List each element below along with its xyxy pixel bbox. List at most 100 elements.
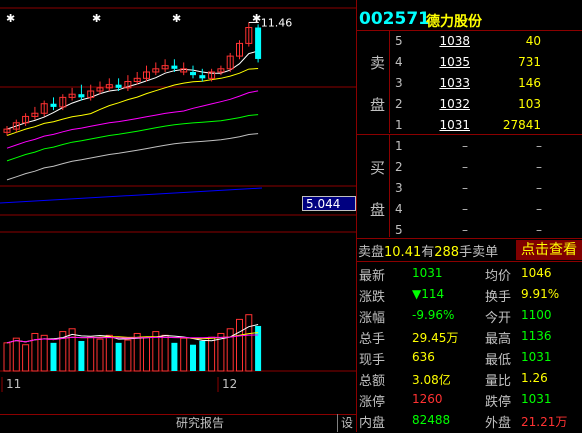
stock-code: 002571	[359, 9, 430, 29]
candle-body	[78, 94, 85, 98]
divider	[389, 135, 390, 237]
click-view-button[interactable]: 点击查看	[516, 240, 582, 260]
buy-price-3: –	[462, 181, 468, 195]
buy-vol-2: –	[536, 160, 542, 174]
volume-bar	[115, 342, 122, 371]
research-report-button[interactable]: 研究报告	[140, 415, 260, 431]
stat-label-outer: 外盘	[485, 416, 512, 431]
volume-bar	[12, 337, 20, 372]
volume-bar	[3, 342, 11, 372]
high-marker: ✱	[172, 12, 181, 25]
sell-level-4: 4	[395, 55, 403, 69]
sell-side-label-2: 盘	[370, 96, 386, 114]
stat-label-turnover: 换手	[485, 290, 512, 305]
stat-label-change: 涨跌	[359, 290, 386, 305]
sell-level-3: 3	[395, 76, 403, 90]
sell-vol-5: 40	[525, 34, 541, 48]
candle-body	[199, 75, 206, 79]
stat-label-inner: 内盘	[359, 416, 386, 431]
stat-value-outer: 21.21万	[521, 415, 568, 429]
candle-body	[115, 84, 122, 88]
volume-bar	[199, 340, 206, 371]
volume-bar	[105, 334, 113, 372]
volume-bar	[50, 342, 57, 371]
sell-vol-1: 27841	[502, 118, 541, 132]
ma-line-5	[6, 50, 259, 130]
stat-label-low: 最低	[485, 353, 512, 368]
volume-bar	[87, 336, 95, 372]
sell-summary-suffix: 手卖单	[459, 245, 499, 260]
stat-value-turnover: 9.91%	[521, 287, 560, 301]
volume-bar	[161, 334, 169, 372]
sell-summary-mid: 有	[421, 245, 435, 260]
volume-bar	[226, 328, 234, 372]
buy-level-2: 2	[395, 160, 403, 174]
volume-bar	[40, 334, 48, 372]
sell-vol-4: 731	[518, 55, 541, 69]
volume-bar	[236, 318, 243, 372]
high-price-label: 11.46	[261, 16, 293, 29]
stat-value-total-vol: 29.45万	[412, 331, 459, 345]
volume-bar	[96, 338, 104, 372]
high-marker: ✱	[6, 12, 15, 25]
volume-bar	[180, 337, 188, 372]
sell-summary-prefix: 卖盘	[358, 245, 385, 260]
candle-body	[50, 103, 57, 107]
stat-value-high: 1136	[521, 329, 552, 343]
candle-body	[255, 27, 262, 59]
stat-label-high: 最高	[485, 332, 512, 347]
ma-line-30	[6, 114, 259, 162]
kline-chart[interactable]: ✱ ✱ ✱ ✱ 11.46 5.044 11 12	[0, 0, 357, 414]
sell-summary-count: 288	[434, 245, 460, 260]
volume-bar	[124, 339, 132, 372]
sell-summary-price: 10.41	[384, 245, 422, 260]
divider	[357, 238, 582, 239]
volume-bar	[143, 336, 150, 372]
buy-level-4: 4	[395, 202, 403, 216]
stat-label-amount: 总额	[359, 374, 386, 389]
stat-value-open: 1100	[521, 308, 552, 322]
buy-vol-5: –	[536, 223, 542, 237]
high-marker: ✱	[92, 12, 101, 25]
ma-line-long	[0, 187, 263, 204]
ma-value-label: 5.044	[302, 196, 356, 211]
panel-divider	[356, 0, 357, 432]
stat-value-current-vol: 636	[412, 350, 435, 364]
buy-price-1: –	[462, 139, 468, 153]
settings-button[interactable]: 设	[337, 414, 356, 432]
sell-vol-2: 103	[518, 97, 541, 111]
volume-bar	[133, 332, 141, 372]
buy-level-3: 3	[395, 181, 403, 195]
month-label-11: 11	[6, 377, 22, 391]
stat-label-open: 今开	[485, 311, 512, 326]
sell-level-1: 1	[395, 118, 403, 132]
volume-bar	[31, 332, 39, 372]
stat-value-pct: -9.96%	[412, 308, 455, 322]
sell-vol-3: 146	[518, 76, 541, 90]
buy-side-label-2: 盘	[370, 201, 386, 219]
buy-vol-4: –	[536, 202, 542, 216]
stat-value-low: 1031	[521, 350, 552, 364]
divider	[357, 30, 582, 31]
stat-value-limit-up: 1260	[412, 392, 443, 406]
ma-line-60	[6, 133, 259, 181]
stat-value-vol-ratio: 1.26	[521, 371, 548, 385]
divider	[357, 261, 582, 262]
buy-vol-1: –	[536, 139, 542, 153]
stat-label-current-vol: 现手	[359, 353, 386, 368]
volume-bar	[208, 336, 216, 372]
stat-value-change: ▼114	[412, 287, 445, 301]
buy-level-1: 1	[395, 139, 403, 153]
volume-bar	[22, 344, 30, 372]
candle-body	[171, 65, 178, 69]
buy-level-5: 5	[395, 223, 403, 237]
month-label-12: 12	[222, 377, 238, 391]
buy-price-4: –	[462, 202, 468, 216]
stat-label-pct: 涨幅	[359, 311, 386, 326]
volume-bar	[190, 344, 196, 371]
stat-value-latest: 1031	[412, 266, 443, 280]
stat-value-inner: 82488	[412, 413, 451, 427]
stock-name: 德力股份	[426, 14, 482, 30]
stat-label-vol-ratio: 量比	[485, 374, 512, 389]
sell-summary: 卖盘10.41有288手卖单	[358, 241, 498, 260]
